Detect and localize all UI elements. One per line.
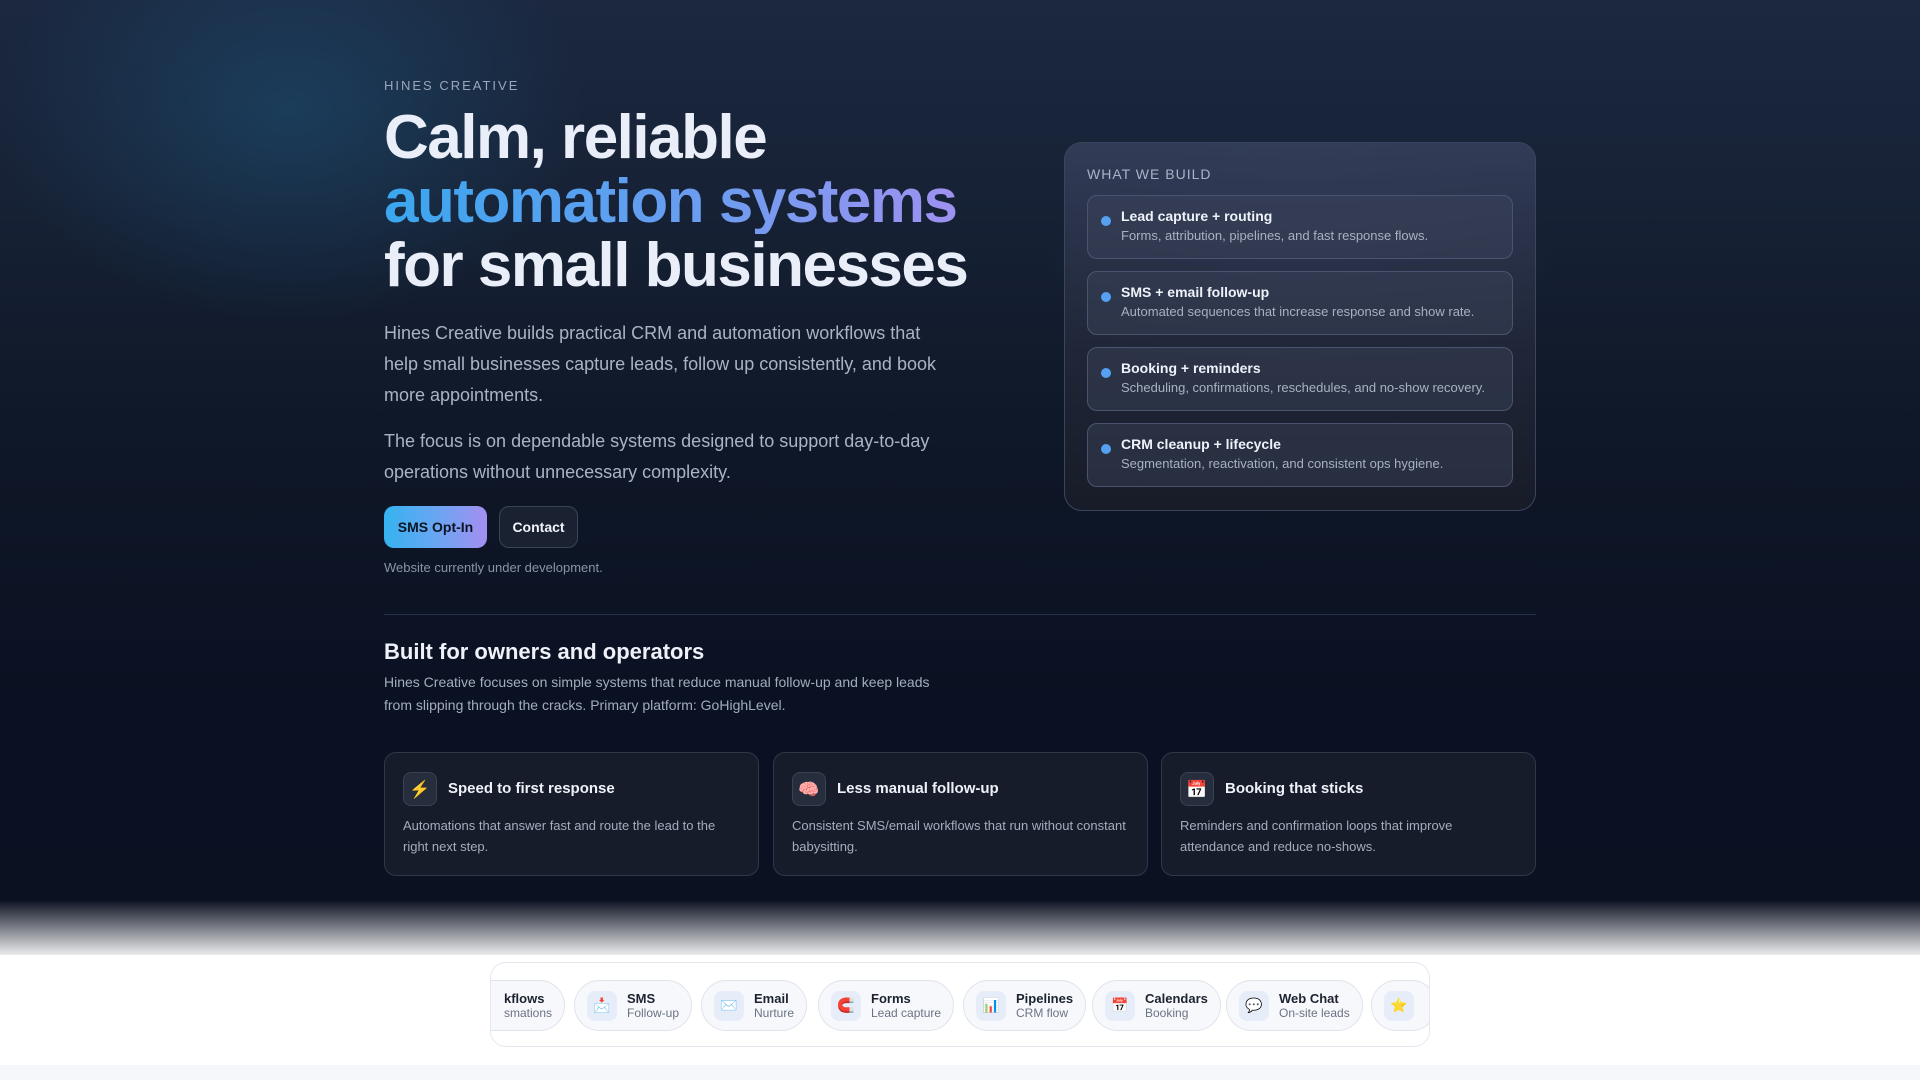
chip-sub: smations — [504, 1005, 553, 1020]
ticker-chip-forms: 🧲 Forms Lead capture — [818, 980, 955, 1031]
headline-line-3: for small businesses — [384, 231, 969, 300]
chart-icon: 📊 — [976, 990, 1006, 1021]
brain-icon: 🧠 — [792, 772, 826, 806]
bullet-dot-icon — [1101, 444, 1111, 454]
hero-paragraph-1: Hines Creative builds practical CRM and … — [384, 323, 936, 405]
feature-item: SMS + email follow-up Automated sequence… — [1087, 271, 1513, 335]
feature-title: Lead capture + routing — [1121, 208, 1273, 224]
sms-icon: 📩 — [587, 990, 617, 1021]
feature-item: CRM cleanup + lifecycle Segmentation, re… — [1087, 423, 1513, 487]
benefit-card: ⚡ Speed to first response Automations th… — [384, 752, 759, 876]
feature-title: SMS + email follow-up — [1121, 284, 1270, 300]
chip-sub: On-site leads — [1279, 1005, 1350, 1020]
lightning-icon: ⚡ — [403, 772, 437, 806]
card-title: Less manual follow-up — [837, 780, 999, 797]
chip-label: Calendars — [1145, 990, 1208, 1006]
feature-desc: Segmentation, reactivation, and consiste… — [1121, 456, 1444, 471]
chat-icon: 💬 — [1239, 990, 1269, 1021]
section-divider — [384, 614, 1536, 615]
headline-line-1: Calm, reliable — [384, 103, 768, 172]
hero-paragraph-2: The focus is on dependable systems desig… — [384, 431, 930, 482]
ticker-chip-pipelines: 📊 Pipelines CRM flow — [963, 980, 1087, 1031]
chip-sub: CRM flow — [1016, 1005, 1069, 1020]
feature-desc: Automated sequences that increase respon… — [1121, 304, 1475, 319]
card-title: Speed to first response — [448, 780, 615, 797]
ticker-chip-reviews: ⭐ — [1371, 980, 1429, 1031]
ticker-chip-sms: 📩 SMS Follow-up — [574, 980, 693, 1031]
feature-title: CRM cleanup + lifecycle — [1121, 436, 1281, 452]
chip-label: Email — [754, 990, 789, 1006]
chip-label: kflows — [504, 990, 545, 1006]
feature-desc: Scheduling, confirmations, reschedules, … — [1121, 380, 1485, 395]
chip-sub: Follow-up — [627, 1005, 680, 1020]
ticker-chip-web-chat: 💬 Web Chat On-site leads — [1226, 980, 1363, 1031]
magnet-icon: 🧲 — [831, 990, 861, 1021]
calendar-icon: 📅 — [1180, 772, 1214, 806]
email-icon: ✉️ — [714, 990, 744, 1021]
development-note: Website currently under development. — [384, 560, 603, 575]
ticker-chip-calendars: 📅 Calendars Booking — [1092, 980, 1221, 1031]
bullet-dot-icon — [1101, 292, 1111, 302]
chip-sub: Lead capture — [871, 1005, 942, 1020]
card-desc: Consistent SMS/email workflows that run … — [792, 818, 1126, 854]
card-desc: Automations that answer fast and route t… — [403, 818, 716, 854]
chip-label: Forms — [871, 990, 911, 1006]
section-description: Hines Creative focuses on simple systems… — [384, 674, 930, 713]
benefit-card: 🧠 Less manual follow-up Consistent SMS/e… — [773, 752, 1148, 876]
feature-title: Booking + reminders — [1121, 360, 1261, 376]
integrations-ticker: kflows smations 📩 SMS Follow-up ✉️ Email… — [490, 962, 1430, 1047]
card-title: Booking that sticks — [1225, 780, 1364, 797]
section-title: Built for owners and operators — [384, 639, 705, 664]
what-we-build-panel: WHAT WE BUILD Lead capture + routing For… — [1064, 142, 1536, 511]
feature-desc: Forms, attribution, pipelines, and fast … — [1121, 228, 1429, 243]
chip-label: Web Chat — [1279, 990, 1339, 1006]
hero-headline: Calm, reliable automation systems for sm… — [384, 106, 1004, 298]
bullet-dot-icon — [1101, 216, 1111, 226]
page-bottom-strip — [0, 1065, 1920, 1080]
chip-sub: Nurture — [754, 1005, 795, 1020]
panel-title: WHAT WE BUILD — [1087, 166, 1212, 182]
feature-item: Lead capture + routing Forms, attributio… — [1087, 195, 1513, 259]
benefit-card: 📅 Booking that sticks Reminders and conf… — [1161, 752, 1536, 876]
section-fade — [0, 900, 1920, 960]
bullet-dot-icon — [1101, 368, 1111, 378]
brand-eyebrow: HINES CREATIVE — [384, 78, 520, 93]
chip-label: SMS — [627, 990, 656, 1006]
chip-sub: Booking — [1145, 1005, 1189, 1020]
contact-button[interactable]: Contact — [499, 506, 578, 548]
ticker-chip-workflows: kflows smations — [491, 980, 566, 1031]
card-desc: Reminders and confirmation loops that im… — [1180, 818, 1453, 854]
ticker-chip-email: ✉️ Email Nurture — [701, 980, 808, 1031]
star-icon: ⭐ — [1384, 990, 1414, 1021]
feature-item: Booking + reminders Scheduling, confirma… — [1087, 347, 1513, 411]
chip-label: Pipelines — [1016, 990, 1074, 1006]
headline-line-2-gradient: automation systems — [384, 170, 1004, 234]
calendar-icon: 📅 — [1105, 990, 1135, 1021]
sms-opt-in-button[interactable]: SMS Opt-In — [384, 506, 487, 548]
